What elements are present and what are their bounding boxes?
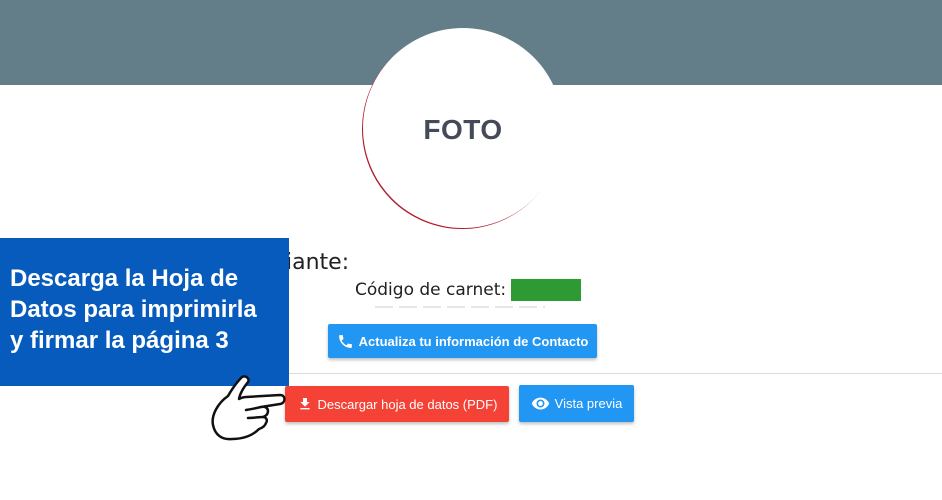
carnet-label: Código de carnet:: [355, 280, 507, 300]
preview-button[interactable]: Vista previa: [519, 385, 634, 422]
photo-placeholder-label: FOTO: [423, 114, 503, 145]
eye-icon: [531, 397, 549, 410]
download-icon: [299, 398, 310, 410]
section-heading: iante:: [286, 250, 350, 275]
pointing-hand-icon: [211, 375, 286, 441]
callout-line-3: y firmar la página 3: [10, 327, 229, 354]
callout-line-1: Descarga la Hoja de: [10, 265, 239, 292]
carnet-value-redacted: [511, 279, 582, 301]
profile-photo-placeholder[interactable]: FOTO: [363, 28, 563, 228]
instruction-callout: Descarga la Hoja de Datos para imprimirl…: [0, 238, 289, 386]
preview-label: Vista previa: [554, 396, 623, 411]
update-contact-label: Actualiza tu información de Contacto: [358, 333, 589, 349]
phone-icon: [338, 334, 352, 348]
callout-line-2: Datos para imprimirla: [10, 296, 257, 323]
download-datasheet-label: Descargar hoja de datos (PDF): [317, 396, 498, 412]
download-datasheet-button[interactable]: Descargar hoja de datos (PDF): [285, 386, 509, 422]
faint-text-line: [375, 306, 545, 308]
carnet-row: Código de carnet:: [355, 279, 582, 301]
update-contact-button[interactable]: Actualiza tu información de Contacto: [328, 324, 597, 358]
